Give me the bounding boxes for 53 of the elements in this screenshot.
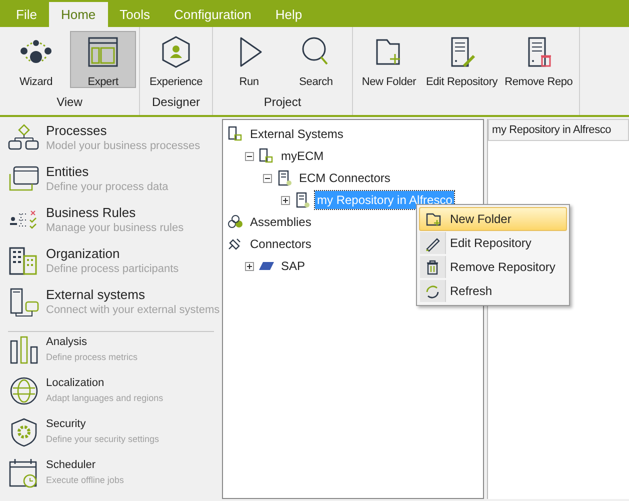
group-label: Project [262, 94, 302, 111]
cubes-icon [227, 214, 244, 230]
group-label: Designer [150, 94, 202, 111]
menu-item[interactable]: Remove Repository [419, 255, 567, 279]
globe-icon [8, 376, 40, 406]
ribbon-button[interactable]: New Folder [356, 31, 422, 88]
ribbon-button[interactable]: Run [216, 31, 282, 88]
item-description: Define process metrics [46, 350, 138, 364]
server-icon [294, 192, 311, 208]
menu-item[interactable]: New Folder [419, 207, 567, 231]
group-label: View [56, 94, 84, 111]
trash-icon [424, 258, 441, 276]
tree-item[interactable]: External Systems [248, 125, 346, 143]
sidebar-item[interactable]: Processes [46, 123, 200, 139]
sidebar-item[interactable]: Analysis [46, 334, 138, 350]
ribbon-button[interactable]: Remove Repo [502, 31, 576, 88]
computer-icon [8, 287, 40, 317]
sidebar-item[interactable]: External systems [46, 287, 220, 303]
ribbon-button[interactable]: Edit Repository [423, 31, 501, 88]
ribbon-button[interactable]: Wizard [3, 31, 69, 88]
item-description: Model your business processes [46, 139, 200, 153]
sidebar-item[interactable]: Organization [46, 246, 179, 262]
server-icon [276, 170, 293, 186]
menu-item[interactable]: Refresh [419, 279, 567, 303]
bar-chart-icon [8, 334, 40, 365]
buildings-icon [8, 246, 40, 276]
item-description: Define your process data [46, 180, 168, 194]
item-description: Execute offline jobs [46, 474, 124, 487]
item-description: Define process participants [46, 262, 179, 276]
sidebar-item[interactable]: Localization [46, 376, 164, 391]
sidebar-item[interactable]: Entities [46, 164, 168, 180]
tree-item[interactable]: SAP [279, 257, 308, 275]
item-description: Connect with your external systems [46, 303, 220, 317]
menu-tab[interactable]: Home [48, 2, 108, 27]
tree-item[interactable]: ECM Connectors [297, 169, 392, 187]
tree-item[interactable]: Connectors [248, 235, 314, 253]
device-icon [258, 148, 275, 164]
ribbon-button[interactable]: Search [283, 31, 349, 88]
tree-item[interactable]: Assemblies [248, 213, 314, 231]
device-icon [227, 126, 244, 142]
sidebar-item[interactable]: Security [46, 416, 160, 432]
ribbon-button[interactable]: Experience [143, 31, 209, 88]
item-description: Manage your business rules [46, 221, 184, 235]
item-description: Define your security settings [46, 432, 160, 446]
sidebar-item[interactable]: Business Rules [46, 205, 184, 221]
menu-item[interactable]: Edit Repository [419, 231, 567, 255]
sidebar-item[interactable]: Scheduler [46, 458, 124, 473]
document-tab[interactable]: my Repository in Alfresco [488, 119, 629, 141]
refresh-icon [424, 282, 441, 300]
tree-item[interactable]: myECM [279, 147, 326, 165]
ribbon-button[interactable]: Expert [70, 31, 136, 88]
folder-plus-icon [424, 210, 442, 228]
item-description: Adapt languages and regions [46, 392, 164, 405]
